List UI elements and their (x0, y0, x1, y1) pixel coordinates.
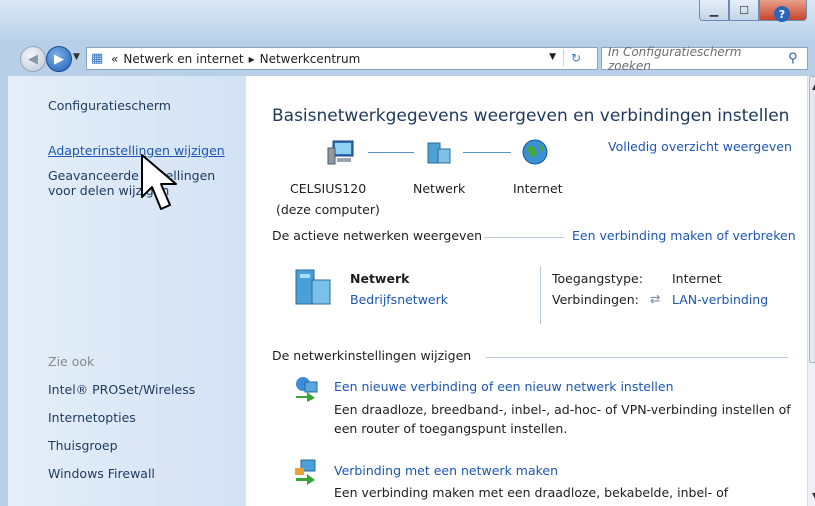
task-connect-network-link[interactable]: Verbinding met een netwerk maken (334, 463, 558, 478)
sidebar-adapter-settings-link[interactable]: Adapterinstellingen wijzigen (48, 143, 225, 158)
lan-connection-icon: ⇄ (650, 291, 661, 306)
map-computer-name: CELSIUS120 (290, 181, 367, 196)
sidebar-link-homegroup[interactable]: Thuisgroep (48, 438, 118, 453)
network-icon (295, 269, 331, 305)
control-panel-icon: ▦ (91, 50, 104, 66)
computer-icon (327, 140, 354, 165)
mouse-cursor-icon (141, 154, 177, 210)
sidebar-link-internet-options[interactable]: Internetopties (48, 410, 136, 425)
vertical-divider (540, 266, 541, 324)
task-new-connection-desc2: een router of toegangspunt instellen. (334, 421, 568, 436)
breadcrumb-separator[interactable]: ▸ (249, 52, 255, 66)
vertical-scrollbar[interactable]: ▲ ▼ (807, 76, 815, 506)
forward-button[interactable]: ▶ (46, 46, 72, 72)
refresh-button[interactable]: ↻ (563, 49, 588, 66)
sidebar-home-link[interactable]: Configuratiescherm (48, 98, 171, 113)
address-bar[interactable]: ▦ « Netwerk en internet ▸ Netwerkcentrum… (86, 47, 598, 70)
sidebar-link-firewall[interactable]: Windows Firewall (48, 466, 155, 481)
see-also-heading: Zie ook (48, 354, 95, 369)
lan-connection-link[interactable]: LAN-verbinding (672, 292, 768, 307)
map-link-1 (368, 152, 414, 153)
search-icon[interactable]: ⚲ (788, 51, 804, 66)
window-controls: ▁ ☐ ✕ (699, 0, 807, 22)
task-new-connection-link[interactable]: Een nieuwe verbinding of een nieuw netwe… (334, 379, 674, 394)
map-network-label: Netwerk (413, 181, 466, 196)
section-divider-2 (486, 357, 788, 358)
access-type-label: Toegangstype: (552, 271, 643, 286)
breadcrumb-prefix[interactable]: « (111, 52, 118, 66)
search-box[interactable]: In Configuratiescherm zoeken ⚲ (601, 45, 808, 73)
full-map-link[interactable]: Volledig overzicht weergeven (608, 139, 792, 154)
title-bar: ▁ ☐ ✕ (0, 0, 815, 40)
breadcrumb-network-center[interactable]: Netwerkcentrum (260, 52, 361, 66)
page-title: Basisnetwerkgegevens weergeven en verbin… (272, 106, 790, 126)
network-building-icon (427, 142, 451, 164)
recent-pages-dropdown[interactable]: ▼ (73, 52, 80, 62)
sidebar-advanced-line1: Geavanceerde instellingen (48, 168, 216, 183)
map-link-2 (463, 152, 511, 153)
network-name: Netwerk (350, 271, 410, 286)
arrow-right-icon: ▶ (54, 51, 64, 67)
task-new-connection-desc1: Een draadloze, breedband-, inbel-, ad-ho… (334, 402, 791, 417)
sidebar-link-proset[interactable]: Intel® PROSet/Wireless (48, 382, 195, 397)
back-button[interactable]: ◀ (20, 46, 46, 72)
access-type-value: Internet (672, 271, 722, 286)
minimize-button[interactable]: ▁ (699, 0, 729, 21)
network-settings-heading: De netwerkinstellingen wijzigen (272, 348, 472, 363)
search-input[interactable]: In Configuratiescherm zoeken (608, 45, 788, 73)
connections-label: Verbindingen: (552, 292, 639, 307)
scrollbar-thumb[interactable] (809, 76, 815, 363)
map-internet-label: Internet (513, 181, 563, 196)
network-type-link[interactable]: Bedrijfsnetwerk (350, 292, 448, 307)
help-icon[interactable]: ? (774, 6, 790, 22)
connect-disconnect-link[interactable]: Een verbinding maken of verbreken (572, 228, 796, 243)
arrow-left-icon: ◀ (28, 51, 38, 67)
section-divider-1 (484, 237, 564, 238)
new-connection-icon (296, 377, 318, 402)
map-computer-sub: (deze computer) (276, 202, 380, 217)
sidebar-advanced-line2: voor delen wijzigen (48, 183, 170, 198)
sidebar: Configuratiescherm Adapterinstellingen w… (8, 76, 246, 506)
active-networks-heading: De actieve netwerken weergeven (272, 228, 483, 243)
connect-network-icon (295, 459, 316, 485)
breadcrumb-network-internet[interactable]: Netwerk en internet (123, 52, 243, 66)
address-dropdown-icon[interactable]: ▼ (549, 52, 556, 62)
navigation-bar: ◀ ▶ ▼ ▦ « Netwerk en internet ▸ Netwerkc… (0, 44, 815, 74)
sidebar-advanced-sharing-link[interactable]: Geavanceerde instellingen voor delen wij… (48, 168, 215, 198)
task-connect-network-desc1: Een verbinding maken met een draadloze, … (334, 485, 729, 500)
globe-icon (522, 139, 548, 165)
maximize-button[interactable]: ☐ (729, 0, 759, 21)
